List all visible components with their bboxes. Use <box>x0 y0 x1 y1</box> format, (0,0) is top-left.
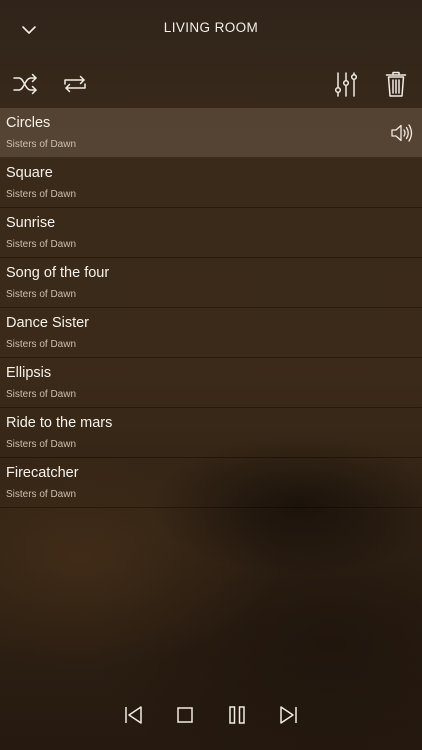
repeat-icon <box>64 75 86 93</box>
playlist-item[interactable]: Circles Sisters of Dawn <box>0 108 422 158</box>
song-title: Ellipsis <box>6 365 52 381</box>
now-playing-indicator <box>390 122 414 144</box>
shuffle-button[interactable] <box>9 68 41 100</box>
song-title: Firecatcher <box>6 465 79 481</box>
song-title: Circles <box>6 115 51 131</box>
previous-button[interactable] <box>118 700 148 730</box>
song-artist: Sisters of Dawn <box>6 239 77 250</box>
playlist-item[interactable]: Song of the four Sisters of Dawn <box>0 258 422 308</box>
playlist-item[interactable]: Square Sisters of Dawn <box>0 158 422 208</box>
song-artist: Sisters of Dawn <box>6 189 77 200</box>
song-artist: Sisters of Dawn <box>6 439 77 450</box>
delete-button[interactable] <box>380 68 412 100</box>
stop-icon <box>177 707 193 723</box>
next-button[interactable] <box>274 700 304 730</box>
equalizer-icon <box>334 72 358 97</box>
toolbar <box>0 64 422 104</box>
song-artist: Sisters of Dawn <box>6 289 77 300</box>
song-title: Ride to the mars <box>6 415 113 431</box>
room-title: LIVING ROOM <box>163 20 259 35</box>
song-title: Song of the four <box>6 265 110 281</box>
playback-controls <box>0 700 422 730</box>
pause-button[interactable] <box>222 700 252 730</box>
song-artist: Sisters of Dawn <box>6 389 77 400</box>
song-title: Square <box>6 165 53 181</box>
song-artist: Sisters of Dawn <box>6 489 77 500</box>
shuffle-icon <box>13 73 37 95</box>
song-title: Sunrise <box>6 215 56 231</box>
repeat-button[interactable] <box>59 68 91 100</box>
speaker-icon <box>391 124 413 142</box>
playlist-item[interactable]: Dance Sister Sisters of Dawn <box>0 308 422 358</box>
playlist-item[interactable]: Firecatcher Sisters of Dawn <box>0 458 422 508</box>
pause-icon <box>229 706 245 724</box>
playlist: Circles Sisters of Dawn Square Sisters o… <box>0 108 422 508</box>
song-artist: Sisters of Dawn <box>6 339 77 350</box>
playlist-item[interactable]: Ride to the mars Sisters of Dawn <box>0 408 422 458</box>
header: LIVING ROOM <box>0 0 422 56</box>
equalizer-button[interactable] <box>330 68 362 100</box>
song-title: Dance Sister <box>6 315 90 331</box>
previous-icon <box>125 706 142 724</box>
playlist-item[interactable]: Ellipsis Sisters of Dawn <box>0 358 422 408</box>
stop-button[interactable] <box>170 700 200 730</box>
playlist-item[interactable]: Sunrise Sisters of Dawn <box>0 208 422 258</box>
song-artist: Sisters of Dawn <box>6 139 77 150</box>
next-icon <box>280 706 297 724</box>
trash-icon <box>385 71 407 97</box>
